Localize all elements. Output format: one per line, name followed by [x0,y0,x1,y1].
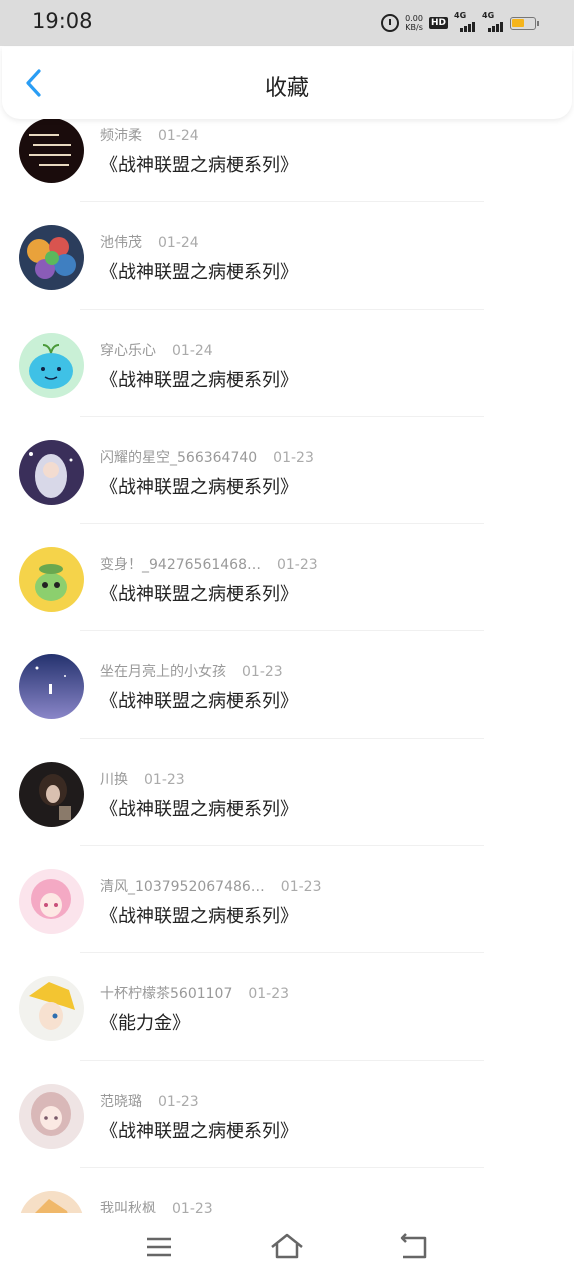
list-item[interactable]: 十杯柠檬茶5601107 01-23 《能力金》 [0,953,574,1061]
list-item[interactable]: 清风_1037952067486… 01-23 《战神联盟之病梗系列》 [0,846,574,954]
item-date: 01-23 [273,449,314,466]
item-title[interactable]: 《战神联盟之病梗系列》 [100,687,298,713]
item-meta: 范晓璐 01-23 [100,1091,199,1111]
item-meta: 川换 01-23 [100,769,185,789]
user-name[interactable]: 十杯柠檬茶5601107 [100,986,232,1002]
item-title[interactable]: 《战神联盟之病梗系列》 [100,902,298,928]
list-item[interactable]: 坐在月亮上的小女孩 01-23 《战神联盟之病梗系列》 [0,631,574,739]
user-name[interactable]: 坐在月亮上的小女孩 [100,664,226,680]
list-item[interactable]: 范晓璐 01-23 《战神联盟之病梗系列》 [0,1061,574,1168]
favorites-list: 频沛柔 01-24 《战神联盟之病梗系列》 池伟茂 01-24 《战神联盟之病梗系列… [0,95,574,1275]
list-item[interactable]: 川换 01-23 《战神联盟之病梗系列》 [0,739,574,847]
item-meta: 频沛柔 01-24 [100,125,199,145]
status-bar: 19:08 0.00 KB/s HD 4G 4G [0,0,574,46]
item-date: 01-23 [242,664,283,681]
net-speed-unit: KB/s [405,23,423,32]
avatar [19,332,84,398]
list-item[interactable]: 变身！_94276561468… 01-23 《战神联盟之病梗系列》 [0,524,574,632]
status-icons: 0.00 KB/s HD 4G 4G [381,11,539,35]
item-date: 01-23 [144,771,185,788]
item-date: 01-24 [158,128,199,144]
list-item[interactable]: 池伟茂 01-24 《战神联盟之病梗系列》 [0,202,574,310]
item-date: 01-24 [158,235,199,252]
menu-icon [147,1237,171,1257]
item-meta: 十杯柠檬茶5601107 01-23 [100,983,289,1003]
item-date: 01-23 [158,1093,199,1110]
item-title[interactable]: 《能力金》 [100,1009,190,1035]
return-icon [400,1233,427,1259]
item-title[interactable]: 《战神联盟之病梗系列》 [100,366,298,392]
item-date: 01-23 [248,986,290,1003]
avatar [19,225,84,291]
avatar [19,869,84,935]
avatar [19,118,84,183]
home-icon [271,1233,303,1259]
item-meta: 穿心乐心 01-24 [100,340,213,360]
user-name[interactable]: 清风_1037952067486… [100,879,265,895]
item-date: 01-24 [172,342,213,359]
user-name[interactable]: 闪耀的星空_566364740 [100,450,257,466]
avatar [19,761,84,827]
item-title[interactable]: 《战神联盟之病梗系列》 [100,258,298,284]
item-meta: 闪耀的星空_566364740 01-23 [100,447,314,467]
item-title[interactable]: 《战神联盟之病梗系列》 [100,473,298,499]
item-meta: 变身！_94276561468… 01-23 [100,554,318,574]
avatar [19,547,84,613]
net-speed-value: 0.00 [405,14,423,23]
signal-icon-2: 4G [482,11,504,32]
menu-button[interactable] [139,1230,179,1264]
avatar [19,439,84,505]
user-name[interactable]: 池伟茂 [100,235,142,251]
bottom-nav [0,1213,574,1280]
user-name[interactable]: 范晓璐 [100,1094,142,1110]
net-speed: 0.00 KB/s [405,14,423,32]
avatar [19,1083,84,1149]
signal-icon-1: 4G [454,11,476,32]
user-name[interactable]: 频沛柔 [100,128,142,144]
item-title[interactable]: 《战神联盟之病梗系列》 [100,151,298,177]
page-title: 收藏 [264,76,309,101]
avatar [19,654,84,720]
item-title[interactable]: 《战神联盟之病梗系列》 [100,795,298,821]
list-item[interactable]: 闪耀的星空_566364740 01-23 《战神联盟之病梗系列》 [0,417,574,525]
hd-icon: HD [428,17,448,29]
item-meta: 清风_1037952067486… 01-23 [100,876,321,896]
alarm-icon [381,14,400,32]
list-item[interactable]: 穿心乐心 01-24 《战神联盟之病梗系列》 [0,310,574,417]
user-name[interactable]: 变身！_94276561468… [100,557,261,573]
avatar [19,976,84,1042]
signal-label-2: 4G [482,11,495,20]
item-title[interactable]: 《战神联盟之病梗系列》 [100,1117,298,1143]
status-time: 19:08 [32,9,93,33]
item-title[interactable]: 《战神联盟之病梗系列》 [100,580,298,606]
screen: 19:08 0.00 KB/s HD 4G 4G 收藏 频沛柔 01-24 《战… [0,0,574,1280]
return-button[interactable] [394,1230,434,1264]
battery-icon [510,16,539,30]
header: 收藏 [2,47,572,119]
item-date: 01-23 [280,879,322,896]
item-meta: 坐在月亮上的小女孩 01-23 [100,661,283,681]
signal-label-1: 4G [454,11,467,20]
user-name[interactable]: 穿心乐心 [100,343,156,359]
user-name[interactable]: 川换 [100,772,128,788]
item-date: 01-23 [276,557,318,574]
item-meta: 池伟茂 01-24 [100,232,199,252]
home-button[interactable] [267,1230,307,1264]
